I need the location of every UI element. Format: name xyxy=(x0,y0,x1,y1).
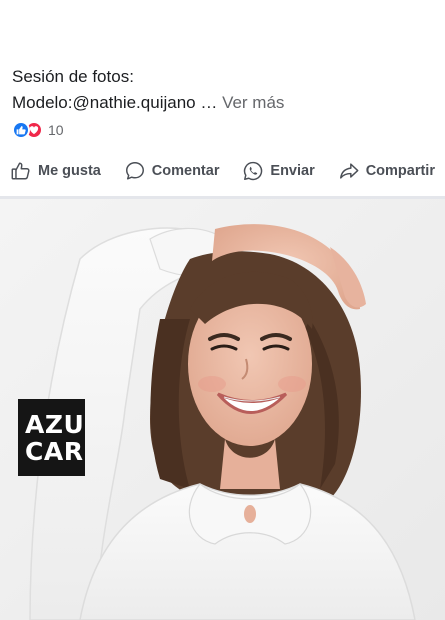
like-label: Me gusta xyxy=(38,163,101,179)
share-arrow-icon xyxy=(339,163,359,179)
reaction-count: 10 xyxy=(48,122,64,138)
post-photo[interactable]: AZU CAR xyxy=(0,199,445,620)
ellipsis: … xyxy=(195,93,223,112)
see-more-link[interactable]: Ver más xyxy=(222,93,284,112)
action-bar: Me gusta Comentar Enviar Compartir xyxy=(0,156,445,186)
thumbs-up-icon xyxy=(11,162,30,180)
reaction-icons xyxy=(12,121,43,139)
whatsapp-icon xyxy=(244,161,263,181)
post-text-line-2: Modelo:@nathie.quijano … Ver más xyxy=(12,90,432,116)
share-button[interactable]: Compartir xyxy=(338,160,435,182)
comment-button[interactable]: Comentar xyxy=(124,160,220,182)
like-icon xyxy=(12,121,30,139)
reactions-summary[interactable]: 10 xyxy=(12,120,64,140)
logo-line-1: AZU xyxy=(25,409,85,439)
share-label: Compartir xyxy=(365,163,435,179)
comment-label: Comentar xyxy=(151,163,220,179)
send-button[interactable]: Enviar xyxy=(242,160,315,182)
azucar-logo: AZU CAR xyxy=(18,399,85,476)
post-text-line-1: Sesión de fotos: xyxy=(12,67,134,86)
comment-icon xyxy=(125,162,144,180)
send-label: Enviar xyxy=(270,163,315,179)
post-text: Sesión de fotos: Modelo:@nathie.quijano … xyxy=(12,64,432,116)
model-mention[interactable]: Modelo:@nathie.quijano xyxy=(12,93,196,112)
logo-line-2: CAR xyxy=(25,436,84,466)
like-button[interactable]: Me gusta xyxy=(10,160,101,182)
